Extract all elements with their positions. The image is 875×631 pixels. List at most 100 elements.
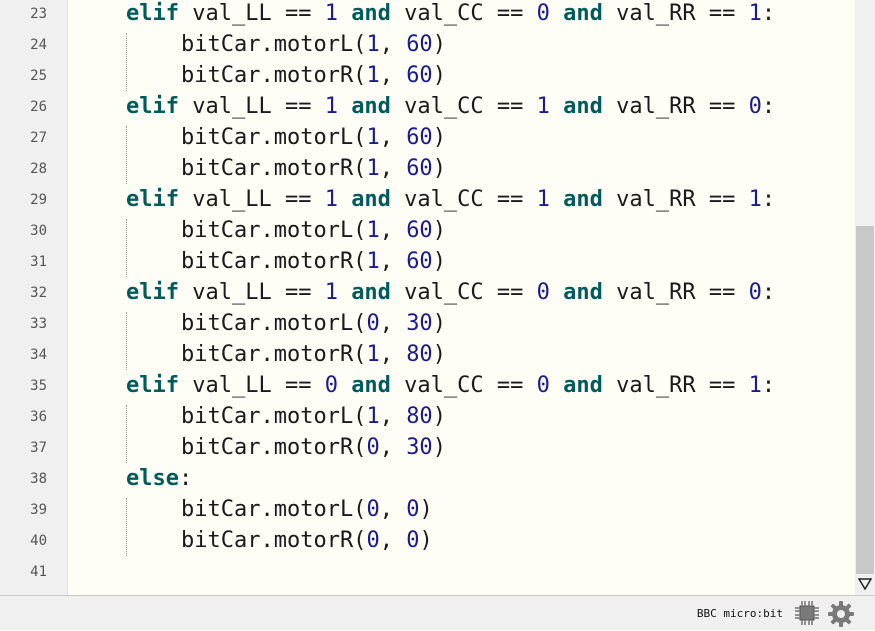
- code-line[interactable]: 23 elif val_LL == 1 and val_CC == 0 and v…: [0, 0, 855, 29]
- code-token: bitCar.motorL(: [181, 497, 367, 522]
- keyword-token: and: [351, 373, 391, 398]
- code-line[interactable]: 40 bitCar.motorR(0, 0): [0, 525, 855, 556]
- number-token: 0: [366, 497, 380, 522]
- number-token: 1: [748, 373, 762, 398]
- gear-icon[interactable]: [827, 600, 855, 628]
- code-text: bitCar.motorL(1, 60): [181, 215, 446, 246]
- keyword-token: else: [126, 466, 179, 491]
- code-line[interactable]: 32 elif val_LL == 1 and val_CC == 0 and v…: [0, 277, 855, 308]
- code-token: ,: [379, 218, 407, 243]
- code-text: elif val_LL == 1 and val_CC == 0 and val…: [126, 277, 775, 308]
- code-token: bitCar.motorL(: [181, 125, 367, 150]
- code-token: ): [432, 218, 446, 243]
- code-token: bitCar.motorL(: [181, 32, 367, 57]
- code-line[interactable]: 28 bitCar.motorR(1, 60): [0, 153, 855, 184]
- code-token: ,: [379, 249, 407, 274]
- code-token: ): [432, 311, 446, 336]
- code-token: ): [419, 497, 433, 522]
- scrollbar-thumb[interactable]: [856, 226, 874, 574]
- chip-icon[interactable]: [794, 600, 820, 626]
- code-token: ,: [379, 435, 407, 460]
- code-line[interactable]: 39 bitCar.motorL(0, 0): [0, 494, 855, 525]
- keyword-token: and: [351, 187, 391, 212]
- code-line[interactable]: 30 bitCar.motorL(1, 60): [0, 215, 855, 246]
- code-editor[interactable]: 23 elif val_LL == 1 and val_CC == 0 and v…: [0, 0, 855, 595]
- code-token: bitCar.motorR(: [181, 528, 367, 553]
- code-token: ,: [379, 156, 407, 181]
- code-line[interactable]: 35 elif val_LL == 0 and val_CC == 0 and v…: [0, 370, 855, 401]
- keyword-token: and: [563, 373, 603, 398]
- code-token: val_CC ==: [390, 187, 537, 212]
- code-token: ,: [379, 404, 407, 429]
- keyword-token: elif: [126, 187, 179, 212]
- code-token: bitCar.motorR(: [181, 63, 367, 88]
- code-text: elif val_LL == 1 and val_CC == 1 and val…: [126, 184, 775, 215]
- line-number: 24: [30, 36, 47, 53]
- code-token: bitCar.motorR(: [181, 156, 367, 181]
- code-token: ): [432, 249, 446, 274]
- code-text: bitCar.motorR(1, 80): [181, 339, 446, 370]
- code-token: val_RR ==: [602, 373, 749, 398]
- line-number: 31: [30, 253, 47, 270]
- number-token: 0: [366, 311, 380, 336]
- keyword-token: and: [351, 94, 391, 119]
- code-token: ,: [379, 125, 407, 150]
- code-token: val_RR ==: [602, 94, 749, 119]
- code-token: ): [432, 156, 446, 181]
- code-token: val_RR ==: [602, 280, 749, 305]
- number-token: 0: [406, 497, 420, 522]
- line-number: 41: [30, 563, 47, 580]
- code-token: ): [432, 63, 446, 88]
- number-token: 80: [406, 404, 433, 429]
- code-token: ,: [379, 32, 407, 57]
- code-line[interactable]: 29 elif val_LL == 1 and val_CC == 1 and v…: [0, 184, 855, 215]
- number-token: 30: [406, 311, 433, 336]
- number-token: 60: [406, 249, 433, 274]
- number-token: 1: [324, 94, 338, 119]
- code-token: val_LL ==: [178, 1, 325, 26]
- code-token: bitCar.motorR(: [181, 435, 367, 460]
- code-token: val_LL ==: [178, 373, 325, 398]
- number-token: 1: [366, 63, 380, 88]
- number-token: 1: [536, 187, 550, 212]
- code-line[interactable]: 27 bitCar.motorL(1, 60): [0, 122, 855, 153]
- code-line[interactable]: 31 bitCar.motorR(1, 60): [0, 246, 855, 277]
- code-line[interactable]: 38 else:: [0, 463, 855, 494]
- code-line[interactable]: 34 bitCar.motorR(1, 80): [0, 339, 855, 370]
- code-line[interactable]: 24 bitCar.motorL(1, 60): [0, 29, 855, 60]
- code-line[interactable]: 36 bitCar.motorL(1, 80): [0, 401, 855, 432]
- code-line[interactable]: 41: [0, 556, 855, 587]
- code-token: ,: [379, 528, 407, 553]
- scroll-down-arrow-icon[interactable]: [855, 575, 875, 593]
- line-number: 28: [30, 160, 47, 177]
- line-number: 32: [30, 284, 47, 301]
- code-token: ): [432, 342, 446, 367]
- code-token: val_LL ==: [178, 94, 325, 119]
- code-token: ,: [379, 63, 407, 88]
- line-number: 30: [30, 222, 47, 239]
- code-line[interactable]: 25 bitCar.motorR(1, 60): [0, 60, 855, 91]
- number-token: 0: [748, 94, 762, 119]
- number-token: 60: [406, 63, 433, 88]
- code-line[interactable]: 26 elif val_LL == 1 and val_CC == 1 and v…: [0, 91, 855, 122]
- vertical-scrollbar[interactable]: [855, 0, 875, 595]
- line-number: 25: [30, 67, 47, 84]
- keyword-token: elif: [126, 280, 179, 305]
- number-token: 60: [406, 125, 433, 150]
- line-number: 35: [30, 377, 47, 394]
- number-token: 0: [536, 280, 550, 305]
- code-line[interactable]: 33 bitCar.motorL(0, 30): [0, 308, 855, 339]
- keyword-token: and: [351, 280, 391, 305]
- line-number: 33: [30, 315, 47, 332]
- code-token: ,: [379, 497, 407, 522]
- keyword-token: elif: [126, 1, 179, 26]
- code-token: :: [761, 94, 776, 119]
- number-token: 0: [366, 528, 380, 553]
- code-line[interactable]: 37 bitCar.motorR(0, 30): [0, 432, 855, 463]
- code-token: bitCar.motorL(: [181, 404, 367, 429]
